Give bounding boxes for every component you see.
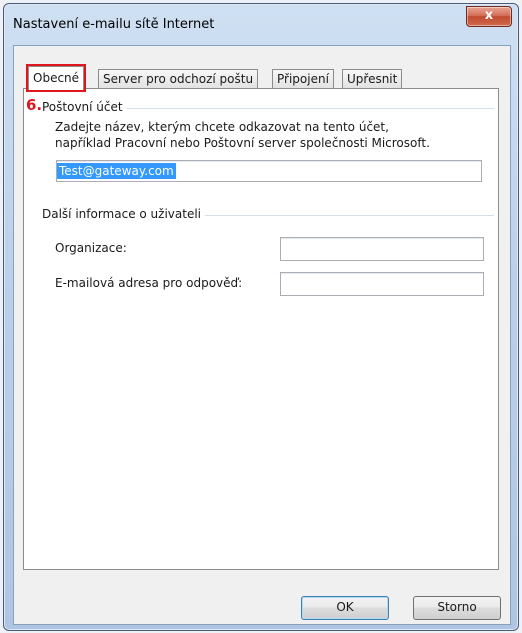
organization-input[interactable]: [280, 237, 484, 261]
step-marker: 6.: [26, 96, 43, 114]
organization-label: Organizace:: [55, 241, 127, 255]
account-name-input[interactable]: Test@gateway.com: [56, 160, 482, 182]
dialog-title: Nastavení e-mailu sítě Internet: [13, 17, 215, 32]
dialog-window: Nastavení e-mailu sítě Internet x Obecné…: [3, 3, 519, 631]
group-title-user-info: Další informace o uživateli: [42, 207, 205, 221]
tab-advanced[interactable]: Upřesnit: [342, 69, 403, 89]
reply-email-label: E-mailová adresa pro odpověď:: [55, 276, 243, 290]
tab-connection[interactable]: Připojení: [272, 69, 334, 89]
account-name-value: Test@gateway.com: [57, 163, 176, 179]
description-line: například Pracovní nebo Poštovní server …: [55, 136, 430, 150]
tab-panel-general: Poštovní účet Zadejte název, kterým chce…: [23, 88, 499, 570]
group-title-mail-account: Poštovní účet: [42, 100, 127, 114]
dialog-client-area: Obecné Server pro odchozí poštu Připojen…: [13, 45, 511, 625]
close-icon: x: [484, 8, 494, 23]
reply-email-input[interactable]: [280, 272, 484, 296]
tab-general[interactable]: Obecné: [25, 64, 87, 92]
ok-button[interactable]: OK: [301, 596, 389, 620]
description-line: Zadejte název, kterým chcete odkazovat n…: [55, 120, 389, 134]
cancel-button[interactable]: Storno: [413, 596, 501, 620]
close-button[interactable]: x: [466, 6, 512, 27]
tab-outgoing-server[interactable]: Server pro odchozí poštu: [98, 69, 259, 89]
account-description: Zadejte název, kterým chcete odkazovat n…: [55, 119, 430, 151]
